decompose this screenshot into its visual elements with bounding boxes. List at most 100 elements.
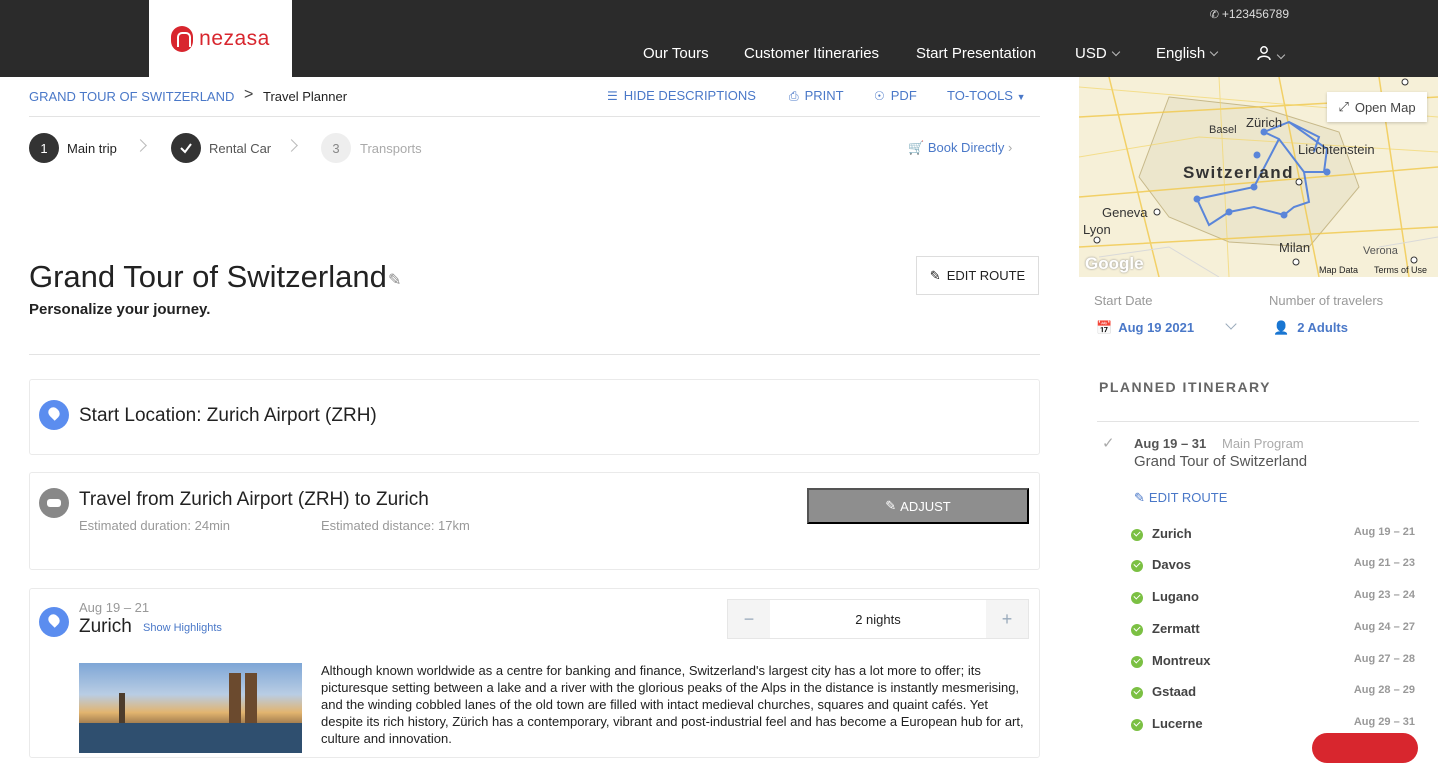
itinerary-stop[interactable]: Zurich Aug 19 – 21 xyxy=(1131,526,1415,546)
check-circle-icon xyxy=(1131,687,1143,699)
itinerary-stop[interactable]: Zermatt Aug 24 – 27 xyxy=(1131,621,1415,641)
program-title[interactable]: Grand Tour of Switzerland xyxy=(1134,453,1307,470)
start-date-value: Aug 19 2021 xyxy=(1118,320,1195,335)
nav-our-tours[interactable]: Our Tours xyxy=(643,45,709,65)
step-rental-car[interactable]: Rental Car xyxy=(209,141,271,156)
step-1-number[interactable]: 1 xyxy=(29,133,59,163)
terms-of-use-link[interactable]: Terms of Use xyxy=(1374,265,1427,275)
logo-mark-icon xyxy=(171,25,194,52)
step-3-number[interactable]: 3 xyxy=(321,133,351,163)
map-label-geneva: Geneva xyxy=(1102,205,1148,220)
stop-dates: Aug 28 – 29 xyxy=(1353,684,1415,696)
stop-name: Lugano xyxy=(1152,589,1199,604)
pencil-icon: ✎ xyxy=(929,267,941,283)
chevron-right-icon xyxy=(285,139,298,152)
itinerary-stop[interactable]: Gstaad Aug 28 – 29 xyxy=(1131,684,1415,704)
map-label-liechtenstein: Liechtenstein xyxy=(1298,142,1375,157)
start-date-label: Start Date xyxy=(1094,293,1153,308)
title-divider xyxy=(29,354,1040,355)
phone-icon: ✆ xyxy=(1209,9,1219,21)
map-label-verona: Verona xyxy=(1363,245,1398,257)
stop-dates: Aug 19 – 21 xyxy=(79,600,150,615)
currency-dropdown[interactable]: USD xyxy=(1075,45,1120,65)
nav-customer-itineraries[interactable]: Customer Itineraries xyxy=(744,45,879,65)
chat-launcher-button[interactable] xyxy=(1312,733,1418,763)
phone-number[interactable]: ✆ +123456789 xyxy=(1210,7,1289,21)
stop-dates: Aug 29 – 31 xyxy=(1353,716,1415,728)
stop-name: Davos xyxy=(1152,557,1192,572)
increase-nights-button[interactable]: + xyxy=(986,600,1028,638)
map-label-zurich: Zürich xyxy=(1246,115,1283,130)
travelers-picker[interactable]: 👤 2 Adults xyxy=(1273,320,1348,336)
map-label-basel: Basel xyxy=(1209,124,1237,136)
itinerary-stop[interactable]: Lugano Aug 23 – 24 xyxy=(1131,589,1415,609)
chevron-down-icon xyxy=(1111,47,1120,57)
to-tools-dropdown[interactable]: TO-TOOLS ▼ xyxy=(947,88,1026,103)
book-directly-button[interactable]: 🛒 Book Directly › xyxy=(908,140,1012,156)
google-logo: Google xyxy=(1085,254,1144,273)
map-data-link[interactable]: Map Data xyxy=(1319,265,1358,275)
pdf-button[interactable]: ☉ PDF xyxy=(874,88,917,103)
check-circle-icon xyxy=(1131,592,1143,604)
trip-title: Grand Tour of Switzerland xyxy=(29,259,387,294)
edit-title-icon[interactable]: ✎ xyxy=(388,270,401,290)
download-icon: ☉ xyxy=(874,89,885,103)
adjust-transfer-button[interactable]: ✎ ADJUST xyxy=(807,488,1029,524)
logo-text: nezasa xyxy=(199,26,270,50)
step-transports[interactable]: Transports xyxy=(360,141,422,156)
nights-value: 2 nights xyxy=(855,611,901,627)
map-label-milan: Milan xyxy=(1279,240,1311,255)
print-label: PRINT xyxy=(804,88,844,103)
hide-descriptions-button[interactable]: ☰ HIDE DESCRIPTIONS xyxy=(607,88,756,103)
itinerary-stop[interactable]: Montreux Aug 27 – 28 xyxy=(1131,653,1415,673)
adjust-label: ADJUST xyxy=(900,498,951,514)
stop-description: Although known worldwide as a centre for… xyxy=(321,663,1024,746)
edit-route-label: EDIT ROUTE xyxy=(946,268,1026,283)
print-button[interactable]: ⎙ PRINT xyxy=(789,88,844,104)
itinerary-edit-route-button[interactable]: ✎ EDIT ROUTE xyxy=(1134,490,1227,506)
breadcrumb-tour-link[interactable]: GRAND TOUR OF SWITZERLAND xyxy=(29,89,234,104)
check-circle-icon xyxy=(1131,719,1143,731)
decrease-nights-button[interactable]: − xyxy=(728,600,770,638)
language-dropdown[interactable]: English xyxy=(1156,45,1219,65)
calendar-icon: 📅 xyxy=(1096,320,1113,335)
step-main-trip[interactable]: Main trip xyxy=(67,141,117,156)
person-icon: 👤 xyxy=(1273,320,1290,335)
start-location-card: Start Location: Zurich Airport (ZRH) xyxy=(29,379,1040,455)
stop-dates: Aug 23 – 24 xyxy=(1353,589,1415,601)
nights-stepper: − 2 nights + xyxy=(727,599,1029,639)
user-menu[interactable] xyxy=(1256,45,1286,65)
edit-route-button[interactable]: ✎ EDIT ROUTE xyxy=(916,256,1039,295)
breadcrumb-separator: > xyxy=(244,86,254,103)
currency-label: USD xyxy=(1075,45,1107,62)
stop-name: Montreux xyxy=(1152,653,1211,668)
zurich-photo xyxy=(79,663,302,753)
brand-logo[interactable]: nezasa xyxy=(149,0,292,77)
start-date-picker[interactable]: 📅 Aug 19 2021 xyxy=(1096,320,1194,336)
map-label-lyon: Lyon xyxy=(1083,222,1111,237)
itinerary-divider xyxy=(1097,421,1419,422)
caret-down-icon: ▼ xyxy=(1016,92,1026,102)
book-directly-label: Book Directly xyxy=(927,140,1005,155)
check-circle-icon xyxy=(1131,560,1143,572)
transfer-duration: Estimated duration: 24min xyxy=(79,518,231,533)
step-2-check[interactable] xyxy=(171,133,201,163)
chevron-down-icon[interactable] xyxy=(1225,318,1237,330)
checkmark-icon xyxy=(180,143,192,154)
cart-icon: 🛒 xyxy=(908,140,925,155)
list-icon: ☰ xyxy=(607,89,618,103)
program-type: Main Program xyxy=(1222,436,1304,451)
trip-subtitle: Personalize your journey. xyxy=(29,301,211,318)
open-map-button[interactable]: ⤢ Open Map xyxy=(1327,92,1427,122)
itinerary-stop[interactable]: Davos Aug 21 – 23 xyxy=(1131,557,1415,577)
stop-name: Lucerne xyxy=(1152,716,1203,731)
travelers-label: Number of travelers xyxy=(1269,293,1384,308)
pencil-icon: ✎ xyxy=(1134,490,1145,505)
itinerary-edit-route-label: EDIT ROUTE xyxy=(1148,490,1228,505)
car-icon xyxy=(39,488,69,518)
user-icon xyxy=(1257,46,1271,61)
show-highlights-link[interactable]: Show Highlights xyxy=(143,622,222,634)
checkmark-icon: ✓ xyxy=(1102,435,1115,452)
nav-start-presentation[interactable]: Start Presentation xyxy=(916,45,1036,65)
check-circle-icon xyxy=(1131,624,1143,636)
